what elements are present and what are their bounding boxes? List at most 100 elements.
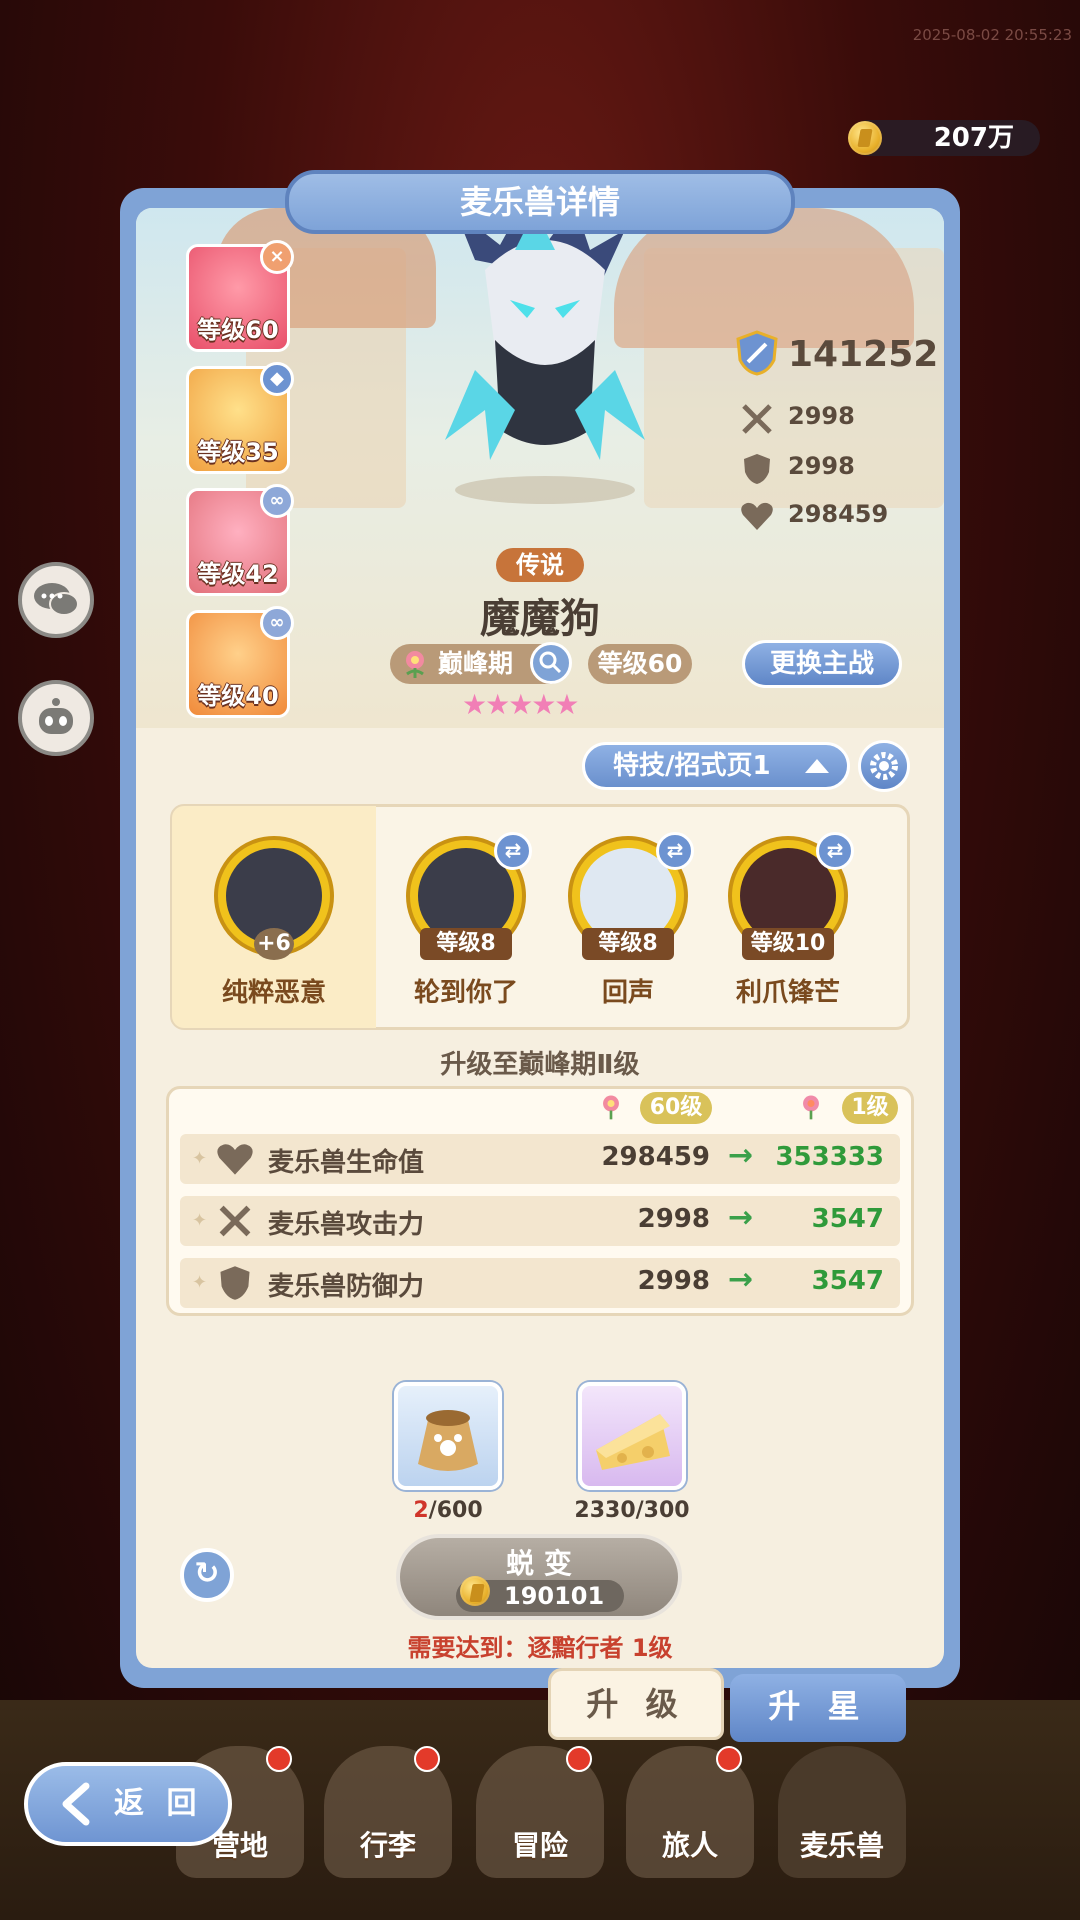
- flower-stage-icon: [406, 651, 424, 678]
- settings-button[interactable]: [858, 740, 910, 792]
- skill-slot-4[interactable]: 等级10 ⇄: [728, 832, 854, 960]
- upgrade-row-attack: ✦ 麦乐兽攻击力 2998 → 3547: [180, 1196, 900, 1246]
- notification-dot: [414, 1746, 440, 1772]
- current-level-pill: 60级: [640, 1092, 712, 1124]
- currency-amount: 207万: [933, 123, 1014, 153]
- defense-value: 2998: [788, 452, 855, 480]
- team-slot-level: 等级35: [197, 438, 279, 466]
- row-next-value: 3547: [811, 1204, 884, 1234]
- evolve-label: 蜕 变: [506, 1547, 572, 1580]
- notification-dot: [716, 1746, 742, 1772]
- nav-adventure[interactable]: 冒险: [476, 1746, 604, 1878]
- skill-slot-1[interactable]: +6: [214, 836, 334, 960]
- swap-icon[interactable]: ⇄: [656, 832, 694, 870]
- skill-page-dropdown[interactable]: 特技/招式页1: [582, 742, 850, 790]
- swap-icon[interactable]: ⇄: [494, 832, 532, 870]
- cheese-icon: [596, 1414, 670, 1470]
- stage-label: 巅峰期: [438, 649, 514, 678]
- gold-coin-icon: [848, 121, 882, 155]
- back-label: 返 回: [114, 1786, 203, 1821]
- swap-icon[interactable]: ⇄: [816, 832, 854, 870]
- evolve-cost-value: 190101: [504, 1582, 605, 1610]
- skill-slot-2[interactable]: 等级8 ⇄: [406, 832, 532, 960]
- row-bullet-icon: ✦: [192, 1272, 208, 1293]
- heart-icon: [217, 1144, 253, 1175]
- arrow-right-icon: →: [728, 1138, 754, 1173]
- shield-icon: [220, 1266, 250, 1300]
- material-slot-cheese[interactable]: [578, 1382, 686, 1490]
- skill-name: 利爪锋芒: [735, 978, 840, 1008]
- skill-level: 等级8: [582, 928, 674, 960]
- skill-slot-3[interactable]: 等级8 ⇄: [568, 832, 694, 960]
- tab-upgrade[interactable]: 升 级: [548, 1668, 724, 1740]
- row-current-value: 2998: [637, 1266, 710, 1296]
- gear-icon: [870, 752, 898, 780]
- team-slot-level: 等级42: [197, 560, 279, 588]
- arrow-right-icon: →: [728, 1262, 754, 1297]
- row-current-value: 298459: [601, 1142, 710, 1172]
- material-need: /600: [428, 1498, 483, 1523]
- refresh-button[interactable]: ↻: [180, 1548, 234, 1602]
- row-label: 麦乐兽防御力: [268, 1272, 425, 1302]
- combat-power-value: 141252: [788, 334, 939, 375]
- crossed-swords-icon: [219, 1205, 251, 1237]
- skill-page-label: 特技/招式页1: [613, 751, 771, 781]
- robot-face-icon: [39, 698, 73, 734]
- crossed-swords-icon: [742, 404, 772, 434]
- panel-title: 麦乐兽详情: [285, 170, 795, 234]
- requirement-text: 需要达到：逐黯行者 1级: [407, 1634, 673, 1662]
- pet-face-button[interactable]: [18, 680, 94, 756]
- row-label: 麦乐兽攻击力: [268, 1210, 425, 1240]
- rarity-badge: 传说: [496, 548, 584, 582]
- nav-label: 行李: [359, 1829, 416, 1862]
- upgrade-title: 升级至巅峰期Ⅱ级: [440, 1050, 640, 1080]
- row-bullet-icon: ✦: [192, 1148, 208, 1169]
- evolve-button[interactable]: 蜕 变 190101: [396, 1534, 682, 1620]
- attack-value: 2998: [788, 402, 855, 430]
- upgrade-row-hp: ✦ 麦乐兽生命值 298459 → 353333: [180, 1134, 900, 1184]
- team-slot-level: 等级40: [197, 682, 279, 710]
- link-badge-icon: ∞: [260, 484, 294, 518]
- tab-star-up[interactable]: 升 星: [730, 1674, 906, 1742]
- material-count-food: 2/600: [368, 1498, 528, 1523]
- row-current-value: 2998: [637, 1204, 710, 1234]
- nav-label: 冒险: [511, 1829, 568, 1862]
- chevron-up-icon: [805, 759, 829, 773]
- defense-stat: 2998: [740, 452, 855, 492]
- food-bag-icon: [418, 1410, 478, 1471]
- material-slot-food[interactable]: [394, 1382, 502, 1490]
- power-shield-icon: [736, 330, 778, 376]
- nav-pets[interactable]: 麦乐兽: [778, 1746, 906, 1878]
- heart-icon: [741, 502, 773, 530]
- nav-travelers[interactable]: 旅人: [626, 1746, 754, 1878]
- magnifier-icon: [539, 651, 562, 674]
- star-rating: ★★★★★: [462, 688, 580, 721]
- skill-level: 等级10: [742, 928, 834, 960]
- back-button[interactable]: 返 回: [24, 1762, 232, 1846]
- arrow-right-icon: →: [728, 1200, 754, 1235]
- nav-label: 麦乐兽: [799, 1829, 884, 1862]
- pet-name: 魔魔狗: [480, 596, 600, 642]
- notification-dot: [266, 1746, 292, 1772]
- row-label: 麦乐兽生命值: [268, 1148, 425, 1178]
- shield-badge-icon: ◆: [260, 362, 294, 396]
- hp-stat: 298459: [740, 500, 888, 538]
- skill-name: 纯粹恶意: [221, 978, 326, 1008]
- row-next-value: 3547: [811, 1266, 884, 1296]
- row-next-value: 353333: [775, 1142, 884, 1172]
- material-have: 2: [413, 1498, 429, 1523]
- hp-value: 298459: [788, 500, 889, 528]
- pet-level: 等级60: [588, 644, 692, 684]
- switch-main-button[interactable]: 更换主战: [742, 640, 902, 688]
- nav-label: 旅人: [661, 1829, 718, 1862]
- close-badge-icon: ×: [260, 240, 294, 274]
- skill-level: 等级8: [420, 928, 512, 960]
- attack-stat: 2998: [740, 402, 855, 442]
- material-need: /300: [635, 1498, 690, 1523]
- next-level-pill: 1级: [842, 1092, 898, 1124]
- nav-luggage[interactable]: 行李: [324, 1746, 452, 1878]
- material-have: 2330: [574, 1498, 636, 1523]
- stage-info-button[interactable]: [530, 642, 572, 684]
- row-bullet-icon: ✦: [192, 1210, 208, 1231]
- upgrade-row-defense: ✦ 麦乐兽防御力 2998 → 3547: [180, 1258, 900, 1308]
